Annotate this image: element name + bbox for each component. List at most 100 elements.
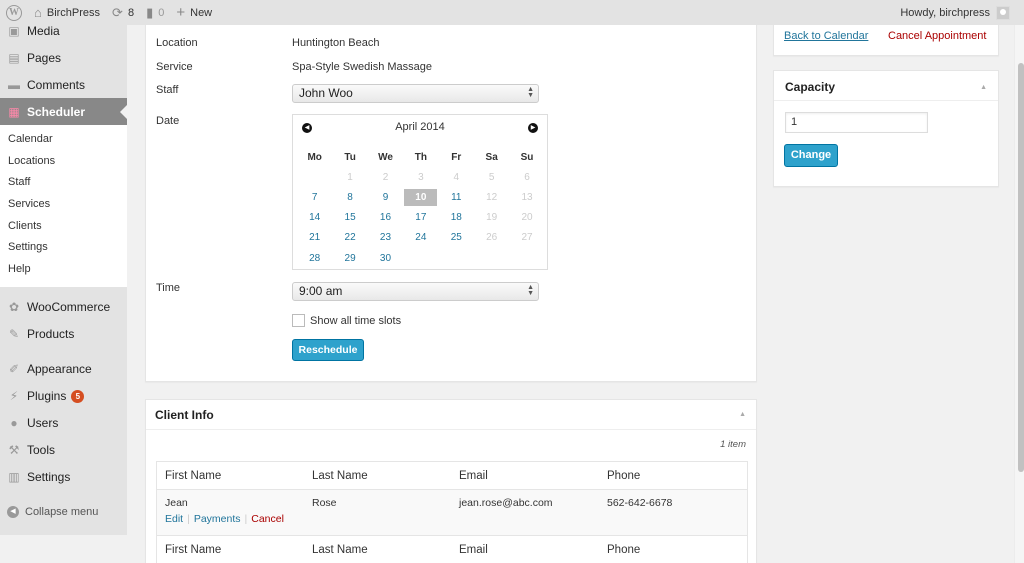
pages-icon: ▤ bbox=[8, 50, 20, 65]
date-cell[interactable]: 17 bbox=[403, 212, 438, 223]
cancel-link[interactable]: Cancel bbox=[251, 513, 284, 525]
date-number: 4 bbox=[453, 171, 460, 183]
back-to-calendar-link[interactable]: Back to Calendar bbox=[784, 30, 868, 42]
menu-separator bbox=[0, 348, 127, 356]
date-number: 1 bbox=[347, 171, 353, 183]
payments-link[interactable]: Payments bbox=[194, 513, 241, 525]
sidebar-item-label: Scheduler bbox=[27, 104, 86, 119]
date-number: 13 bbox=[521, 191, 533, 203]
date-number: 25 bbox=[450, 232, 462, 244]
date-number: 24 bbox=[415, 232, 427, 244]
sidebar-item-label: Plugins bbox=[27, 389, 67, 404]
next-month-icon[interactable]: ▶ bbox=[528, 123, 538, 133]
column-header-first-name[interactable]: First Name bbox=[157, 470, 304, 482]
date-number: 15 bbox=[344, 212, 356, 224]
user-icon: ● bbox=[10, 416, 18, 431]
show-all-time-slots-checkbox[interactable] bbox=[292, 314, 305, 327]
submenu-item-staff[interactable]: Staff bbox=[0, 172, 127, 194]
collapse-toggle-icon[interactable]: ▲ bbox=[980, 84, 987, 91]
sidebar-item-label: Pages bbox=[27, 50, 62, 65]
date-cell[interactable]: 16 bbox=[368, 212, 403, 223]
date-cell[interactable]: 29 bbox=[332, 253, 367, 264]
page-scrollbar[interactable] bbox=[1014, 25, 1024, 563]
time-select[interactable]: 9:00 am ▲ ▼ bbox=[292, 282, 539, 301]
sidebar-item-woocommerce[interactable]: ✿ WooCommerce bbox=[0, 294, 127, 321]
date-cell[interactable]: 22 bbox=[332, 232, 367, 243]
column-footer-first-name[interactable]: First Name bbox=[157, 544, 304, 556]
sidebar-item-comments[interactable]: ▬ Comments bbox=[0, 71, 127, 98]
site-name-link[interactable]: ⌂ BirchPress bbox=[28, 0, 106, 25]
column-footer-email[interactable]: Email bbox=[451, 544, 599, 556]
date-cell[interactable]: 23 bbox=[368, 232, 403, 243]
collapse-arrow-icon: ◀ bbox=[7, 506, 19, 519]
sidebar-item-tools[interactable]: ⚒ Tools bbox=[0, 437, 127, 464]
date-cell[interactable]: 24 bbox=[403, 232, 438, 243]
collapse-menu-label: Collapse menu bbox=[25, 506, 99, 519]
sidebar-item-users[interactable]: ● Users bbox=[0, 410, 127, 437]
column-header-last-name[interactable]: Last Name bbox=[304, 470, 451, 482]
updates-link[interactable]: ⟳ 8 bbox=[106, 0, 140, 25]
sidebar-item-appearance[interactable]: ✐ Appearance bbox=[0, 356, 127, 383]
weekday-label: Mo bbox=[307, 151, 322, 163]
avatar bbox=[996, 5, 1010, 20]
edit-link[interactable]: Edit bbox=[165, 513, 183, 525]
my-account-menu[interactable]: Howdy, birchpress bbox=[900, 5, 1024, 20]
show-all-time-slots-label[interactable]: Show all time slots bbox=[310, 315, 401, 327]
date-cell: 20 bbox=[509, 212, 544, 223]
staff-select[interactable]: John Woo ▲ ▼ bbox=[292, 84, 539, 103]
collapse-menu-button[interactable]: ◀ Collapse menu bbox=[0, 499, 127, 526]
submenu-item-settings[interactable]: Settings bbox=[0, 237, 127, 259]
submenu-item-calendar[interactable]: Calendar bbox=[0, 129, 127, 151]
cancel-appointment-link[interactable]: Cancel Appointment bbox=[888, 30, 986, 42]
sidebar-item-label: Products bbox=[27, 327, 75, 342]
date-cell[interactable]: 9 bbox=[368, 192, 403, 203]
howdy-text: Howdy, birchpress bbox=[900, 6, 990, 19]
time-label: Time bbox=[156, 282, 181, 294]
datepicker: ◀ April 2014 ▶ Mo Tu We Th Fr Sa Su 1 2 3 4 5 6 7 8 9 10… bbox=[292, 114, 548, 270]
sidebar-item-label: Users bbox=[27, 416, 59, 431]
capacity-input[interactable]: 1 bbox=[785, 112, 928, 133]
submenu-item-locations[interactable]: Locations bbox=[0, 151, 127, 173]
new-content-link[interactable]: + New bbox=[170, 0, 218, 25]
sidebar-item-pages[interactable]: ▤ Pages bbox=[0, 44, 127, 71]
column-header-email[interactable]: Email bbox=[451, 470, 599, 482]
reschedule-button[interactable]: Reschedule bbox=[292, 339, 364, 361]
scrollbar-thumb[interactable] bbox=[1018, 62, 1024, 472]
sidebar-item-plugins[interactable]: ⚡ Plugins 5 bbox=[0, 383, 127, 410]
comments-link[interactable]: ▮ 0 bbox=[140, 0, 170, 25]
weekday-label: Tu bbox=[344, 151, 356, 163]
sidebar-item-label: Settings bbox=[27, 470, 71, 485]
sidebar-item-label: Tools bbox=[27, 443, 56, 458]
wp-logo-menu[interactable]: W bbox=[0, 0, 28, 25]
date-number: 30 bbox=[379, 252, 392, 264]
sidebar-item-scheduler[interactable]: ▦ Scheduler bbox=[0, 98, 127, 125]
date-cell[interactable]: 28 bbox=[297, 253, 332, 264]
date-cell[interactable]: 14 bbox=[297, 212, 332, 223]
date-cell: 2 bbox=[368, 172, 403, 183]
submenu-item-services[interactable]: Services bbox=[0, 194, 127, 216]
date-label: Date bbox=[156, 115, 180, 127]
date-cell[interactable]: 7 bbox=[297, 192, 332, 203]
collapse-toggle-icon[interactable]: ▲ bbox=[739, 411, 746, 418]
change-capacity-button[interactable]: Change bbox=[784, 144, 838, 167]
date-cell[interactable]: 8 bbox=[332, 192, 367, 203]
date-cell[interactable]: 21 bbox=[297, 232, 332, 243]
column-footer-last-name[interactable]: Last Name bbox=[304, 544, 451, 556]
submenu-item-help[interactable]: Help bbox=[0, 259, 127, 281]
selected-date[interactable]: 10 bbox=[403, 188, 438, 206]
date-cell[interactable]: 18 bbox=[439, 212, 474, 223]
column-header-phone[interactable]: Phone bbox=[599, 470, 747, 482]
column-footer-phone[interactable]: Phone bbox=[599, 544, 747, 556]
submenu-item-clients[interactable]: Clients bbox=[0, 216, 127, 238]
wordpress-logo-icon: W bbox=[6, 4, 22, 21]
updates-icon: ⟳ bbox=[112, 4, 123, 20]
date-cell[interactable]: 11 bbox=[439, 192, 474, 203]
date-cell[interactable]: 15 bbox=[332, 212, 367, 223]
date-cell[interactable]: 25 bbox=[439, 232, 474, 243]
date-number: 2 bbox=[382, 171, 389, 183]
sidebar-item-settings[interactable]: ▥ Settings bbox=[0, 464, 127, 491]
sidebar-item-products[interactable]: ✎ Products bbox=[0, 321, 127, 348]
week-row: 1 2 3 4 5 6 bbox=[297, 167, 545, 187]
sidebar-item-label: Media bbox=[27, 23, 60, 38]
date-cell[interactable]: 30 bbox=[368, 253, 403, 264]
